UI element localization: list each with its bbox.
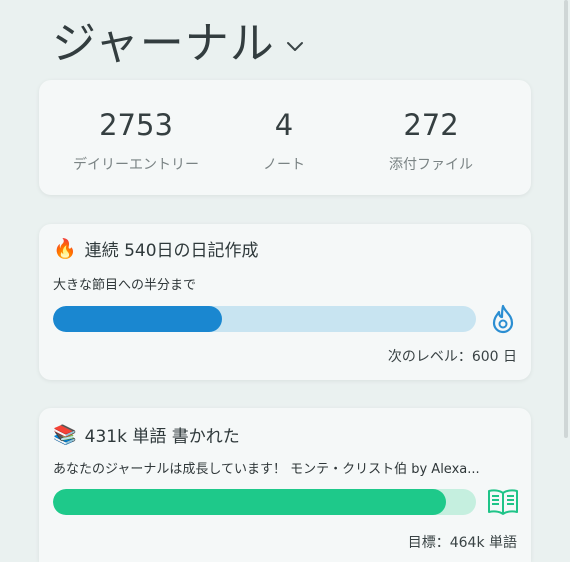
book-icon xyxy=(488,489,518,515)
streak-subtitle: 大きな節目への半分まで xyxy=(53,278,197,293)
streak-progress-bar xyxy=(53,306,476,332)
words-title-text: 431k 単語 書かれた xyxy=(84,427,240,447)
streak-progress-fill xyxy=(53,306,223,332)
stat-label: デイリーエントリー xyxy=(73,157,199,173)
stat-attachments[interactable]: 272 添付ファイル xyxy=(346,80,516,174)
scrollbar[interactable] xyxy=(564,0,568,438)
books-emoji-icon: 📚 xyxy=(53,424,77,446)
stat-value: 272 xyxy=(403,108,459,142)
streak-title: 🔥 連続 540日の日記作成 xyxy=(53,236,259,261)
stat-notes[interactable]: 4 ノート xyxy=(199,80,369,174)
journal-switcher[interactable]: ジャーナル xyxy=(52,14,305,74)
flame-icon xyxy=(492,304,514,334)
words-card[interactable]: 📚 431k 単語 書かれた あなたのジャーナルは成長しています！ モンテ・クリ… xyxy=(39,408,531,562)
stat-label: 添付ファイル xyxy=(389,157,473,173)
words-progress-fill xyxy=(53,489,447,515)
chevron-down-icon xyxy=(286,42,303,51)
stat-daily-entries[interactable]: 2753 デイリーエントリー xyxy=(51,80,221,174)
words-goal: 目標：464k 単語 xyxy=(407,535,517,551)
stat-label: ノート xyxy=(263,157,305,173)
stats-card: 2753 デイリーエントリー 4 ノート 272 添付ファイル xyxy=(39,80,531,195)
page-title: ジャーナル xyxy=(52,18,275,69)
streak-card[interactable]: 🔥 連続 540日の日記作成 大きな節目への半分まで 次のレベル：600 日 xyxy=(39,224,531,380)
fire-emoji-icon: 🔥 xyxy=(53,238,77,260)
words-title: 📚 431k 単語 書かれた xyxy=(53,422,240,447)
words-subtitle: あなたのジャーナルは成長しています！ モンテ・クリスト伯 by Alexa... xyxy=(53,462,480,477)
streak-title-text: 連続 540日の日記作成 xyxy=(84,241,259,261)
streak-next-level: 次のレベル：600 日 xyxy=(387,349,517,365)
words-progress-bar xyxy=(53,489,476,515)
stat-value: 4 xyxy=(274,108,294,142)
stat-value: 2753 xyxy=(99,108,173,142)
